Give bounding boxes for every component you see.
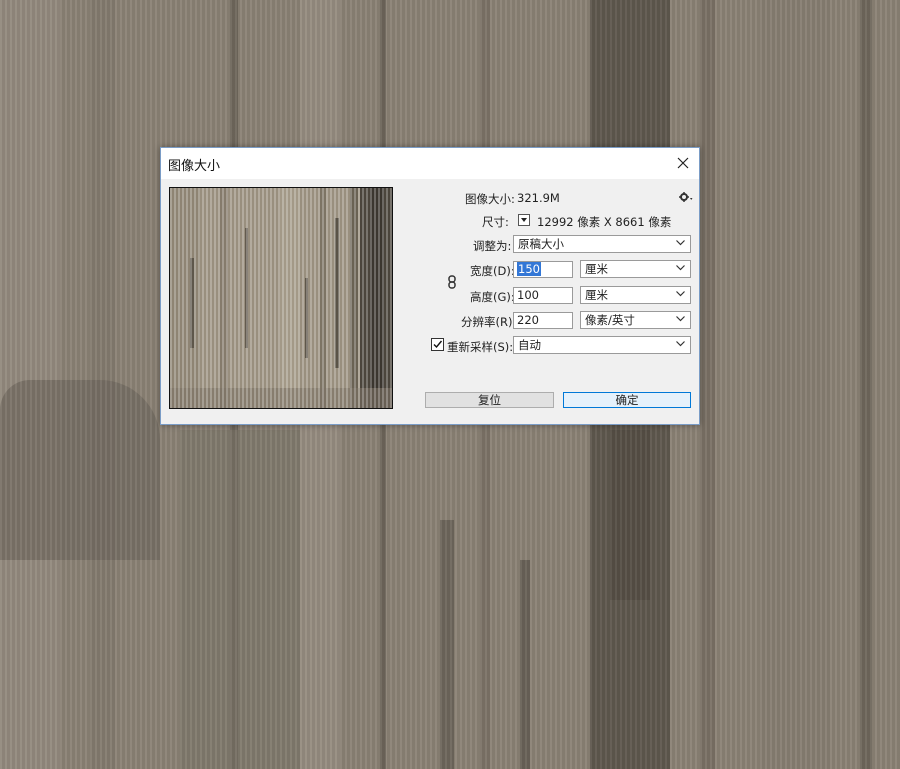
chevron-down-icon <box>676 240 685 246</box>
height-value: 100 <box>517 288 539 302</box>
resolution-value: 220 <box>517 313 539 327</box>
reset-button[interactable]: 复位 <box>425 392 554 408</box>
height-label: 高度(G): <box>470 290 515 304</box>
width-value: 150 <box>517 262 541 276</box>
preview-texture <box>170 188 392 408</box>
chevron-down-icon <box>676 291 685 297</box>
image-size-dialog: 图像大小 图像大小: 321.9M 尺寸: 12992 像素 X 8661 像素… <box>160 147 700 425</box>
width-unit-value: 厘米 <box>585 262 608 276</box>
height-input[interactable]: 100 <box>513 287 573 304</box>
link-chain-icon[interactable] <box>448 275 456 289</box>
height-unit-value: 厘米 <box>585 288 608 302</box>
resolution-unit-value: 像素/英寸 <box>585 313 635 327</box>
resample-select[interactable]: 自动 <box>513 336 691 354</box>
width-input[interactable]: 150 <box>513 261 573 278</box>
ok-button[interactable]: 确定 <box>563 392 691 408</box>
resolution-input[interactable]: 220 <box>513 312 573 329</box>
resample-checkbox[interactable] <box>431 338 444 351</box>
image-preview[interactable] <box>169 187 393 409</box>
title-bar[interactable]: 图像大小 <box>161 148 699 179</box>
fit-to-select[interactable]: 原稿大小 <box>513 235 691 253</box>
dimensions-value: 12992 像素 X 8661 像素 <box>537 215 672 229</box>
fit-to-label: 调整为: <box>473 239 512 253</box>
image-size-value: 321.9M <box>517 191 560 205</box>
resolution-unit-select[interactable]: 像素/英寸 <box>580 311 691 329</box>
dimensions-unit-dropdown[interactable] <box>518 214 530 226</box>
height-unit-select[interactable]: 厘米 <box>580 286 691 304</box>
settings-button[interactable] <box>679 191 693 203</box>
chevron-down-icon <box>676 316 685 322</box>
gear-icon <box>679 192 693 202</box>
resample-value: 自动 <box>518 338 541 352</box>
dimensions-label: 尺寸: <box>482 215 509 229</box>
resample-label: 重新采样(S): <box>447 340 514 354</box>
chevron-down-icon <box>676 265 685 271</box>
width-label: 宽度(D): <box>470 264 515 278</box>
chevron-down-icon <box>676 341 685 347</box>
close-button[interactable] <box>667 148 699 179</box>
resolution-label: 分辨率(R): <box>461 315 517 329</box>
width-unit-select[interactable]: 厘米 <box>580 260 691 278</box>
checkmark-icon <box>433 340 443 349</box>
dialog-title: 图像大小 <box>168 159 221 174</box>
close-icon <box>677 157 689 169</box>
fit-to-value: 原稿大小 <box>518 237 564 251</box>
image-size-label: 图像大小: <box>465 192 515 206</box>
